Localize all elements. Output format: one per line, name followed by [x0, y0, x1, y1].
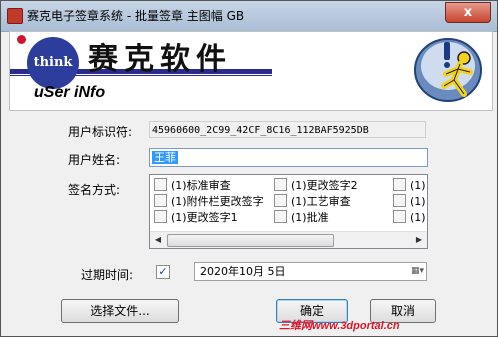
calendar-dropdown-icon[interactable]: ▦▾	[402, 265, 424, 278]
site-watermark: 三维网www.3dportal.cn	[279, 320, 400, 332]
scrollbar-thumb[interactable]	[167, 234, 334, 247]
checkbox-icon[interactable]	[154, 210, 167, 223]
user-name-input[interactable]: 王菲	[149, 148, 428, 167]
sign-option[interactable]: (1)	[393, 194, 426, 210]
user-name-value: 王菲	[152, 151, 178, 164]
checkbox-icon[interactable]	[393, 178, 406, 191]
expire-date-value: 2020年10月 5日	[200, 265, 286, 278]
user-id-field: 45960600_2C99_42CF_8C16_112BAF5925DB	[149, 121, 426, 138]
checkbox-icon[interactable]	[274, 210, 287, 223]
brand-name: 赛克软件	[88, 42, 232, 77]
sign-option[interactable]: (1)	[393, 210, 426, 226]
sign-option[interactable]: (1)批准	[274, 210, 329, 226]
user-info-tagline: uSer iNfo	[34, 84, 106, 101]
checkbox-icon[interactable]	[274, 194, 287, 207]
expire-checkbox[interactable]: ✓	[156, 265, 170, 279]
window-title: 赛克电子签章系统 - 批量签章 主图幅 GB	[27, 9, 245, 23]
think-logo: think	[27, 37, 79, 89]
sign-option[interactable]: (1)附件栏更改签字	[154, 194, 264, 210]
sign-option[interactable]: (1)更改签字2	[274, 178, 358, 194]
sign-mode-list[interactable]: (1)标准审查 (1)更改签字2 (1) (1)附件栏更改签字 (1)工艺审查 …	[149, 174, 428, 249]
checkbox-icon[interactable]	[154, 194, 167, 207]
expire-date-picker[interactable]: 2020年10月 5日 ▦▾	[194, 262, 427, 281]
app-icon	[7, 8, 23, 24]
close-button[interactable]: x	[445, 2, 491, 23]
title-bar[interactable]: 赛克电子签章系统 - 批量签章 主图幅 GB x	[1, 1, 497, 32]
aim-running-man-icon	[414, 38, 482, 102]
logo-dot-icon	[17, 35, 26, 44]
scroll-left-icon[interactable]: ◀	[150, 233, 166, 247]
user-id-label: 用户标识符:	[68, 125, 133, 139]
checkbox-icon[interactable]	[154, 178, 167, 191]
checkbox-icon[interactable]	[393, 210, 406, 223]
user-name-label: 用户姓名:	[68, 153, 121, 167]
checkbox-icon[interactable]	[393, 194, 406, 207]
dialog-window: 赛克电子签章系统 - 批量签章 主图幅 GB x think 赛克软件 uSer…	[0, 0, 498, 337]
header-banner: think 赛克软件 uSer iNfo	[9, 31, 493, 111]
choose-file-button[interactable]: 选择文件...	[61, 299, 179, 323]
horizontal-scrollbar[interactable]: ◀ ▶	[150, 231, 427, 248]
sign-option[interactable]: (1)	[393, 178, 426, 194]
sign-option[interactable]: (1)标准审查	[154, 178, 231, 194]
checkbox-icon[interactable]	[274, 178, 287, 191]
scroll-right-icon[interactable]: ▶	[411, 233, 427, 247]
sign-option[interactable]: (1)更改签字1	[154, 210, 238, 226]
sign-option[interactable]: (1)工艺审查	[274, 194, 351, 210]
expire-label: 过期时间:	[81, 268, 134, 282]
sign-mode-label: 签名方式:	[68, 183, 121, 197]
